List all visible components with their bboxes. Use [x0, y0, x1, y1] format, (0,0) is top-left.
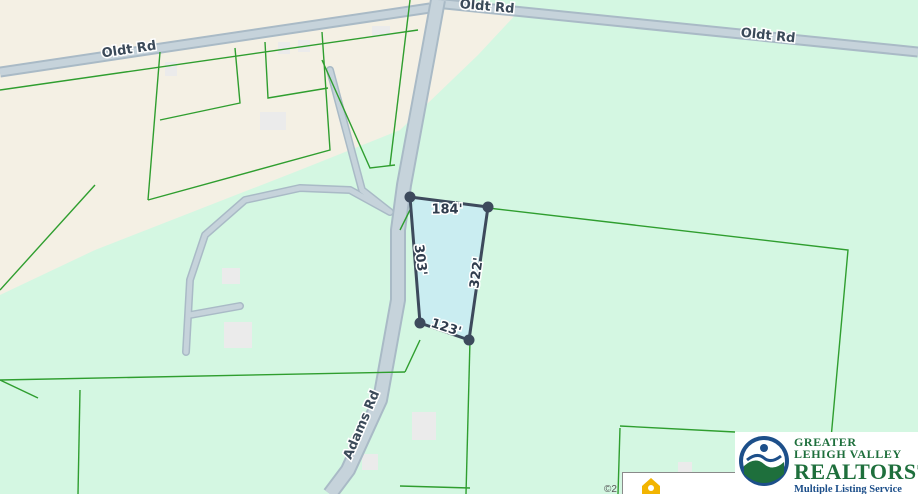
parcel-vertex[interactable]	[482, 201, 494, 213]
parcel-vertex[interactable]	[414, 317, 426, 329]
map-attribution: ©2	[604, 484, 617, 494]
glvr-emblem-icon	[739, 436, 789, 486]
logo-realtors: REALTORS®	[794, 461, 918, 483]
house-marker-icon	[642, 478, 660, 494]
parcel-vertex[interactable]	[463, 334, 475, 346]
glvr-logo: GREATER LEHIGH VALLEY REALTORS® Multiple…	[735, 432, 918, 494]
parcel-vertex[interactable]	[404, 191, 416, 203]
map-canvas[interactable]: 184' 303' 322' 123' Oldt Rd Oldt Rd Oldt…	[0, 0, 918, 494]
parcel-dimension-top: 184'	[431, 203, 462, 218]
logo-realtors-word: REALTORS	[794, 459, 917, 484]
map-popup-card[interactable]	[622, 472, 744, 494]
logo-mls-tagline: Multiple Listing Service	[794, 484, 902, 494]
map-view[interactable]: 184' 303' 322' 123' Oldt Rd Oldt Rd Oldt…	[0, 0, 918, 494]
